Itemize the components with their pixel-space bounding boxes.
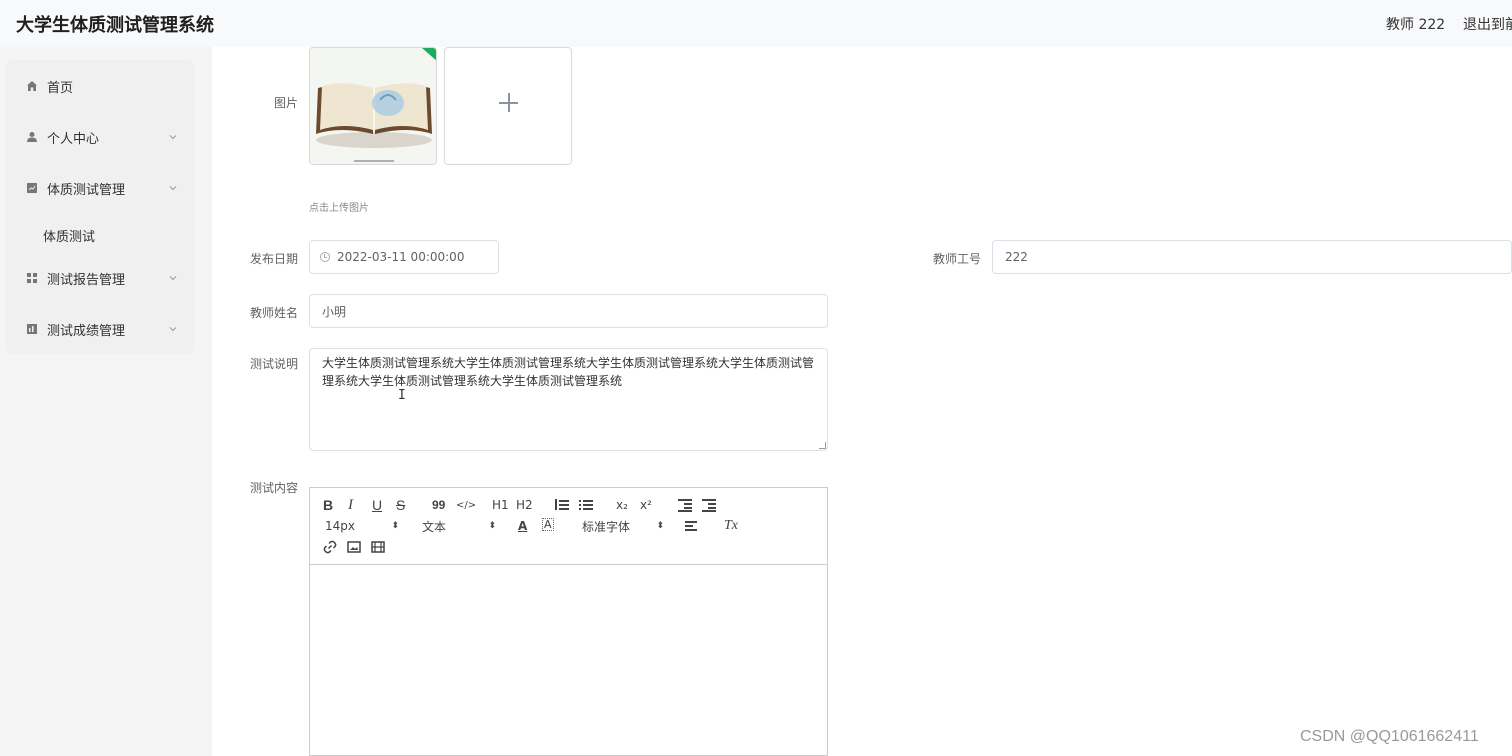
- italic-button[interactable]: I: [348, 497, 353, 513]
- teacher-name-input[interactable]: 小明: [309, 294, 828, 328]
- bullet-list-button[interactable]: [579, 497, 593, 513]
- heading-1-button[interactable]: H1: [492, 497, 509, 513]
- bar-chart-icon: [26, 323, 38, 335]
- chevron-down-icon: [169, 135, 177, 140]
- test-content-label: 测试内容: [250, 481, 299, 495]
- ordered-list-icon: [555, 499, 569, 511]
- sidebar-subitem-fitness-test[interactable]: 体质测试: [43, 226, 95, 245]
- publish-date-input[interactable]: 2022-03-11 00:00:00: [309, 240, 499, 274]
- sidebar-item-home[interactable]: 首页: [6, 66, 194, 106]
- ordered-list-button[interactable]: [555, 497, 569, 513]
- link-button[interactable]: [323, 539, 337, 555]
- home-icon: [26, 80, 38, 92]
- indent-button[interactable]: [702, 497, 716, 513]
- test-description-textarea[interactable]: 大学生体质测试管理系统大学生体质测试管理系统大学生体质测试管理系统大学生体质测试…: [309, 348, 828, 451]
- user-icon: [26, 131, 38, 143]
- rich-editor-content-area[interactable]: [309, 565, 828, 756]
- add-image-button[interactable]: [444, 47, 572, 165]
- align-button[interactable]: [685, 518, 699, 534]
- app-title: 大学生体质测试管理系统: [16, 15, 214, 36]
- top-header: 大学生体质测试管理系统 教师 222 退出到前台: [0, 0, 1512, 47]
- background-color-icon: A: [544, 518, 552, 531]
- sidebar-item-test-score-management[interactable]: 测试成绩管理: [6, 309, 194, 349]
- current-user-label: 教师 222: [1386, 17, 1446, 33]
- align-left-icon: [685, 520, 699, 532]
- link-icon: [323, 540, 337, 554]
- heading-select[interactable]: 文本 ⬍: [422, 518, 496, 534]
- bullet-list-icon: [579, 499, 593, 511]
- resize-handle[interactable]: [819, 442, 826, 449]
- blockquote-button[interactable]: 99: [432, 497, 445, 513]
- outdent-button[interactable]: [678, 497, 692, 513]
- chevron-down-icon: [169, 327, 177, 332]
- clear-format-button[interactable]: Tx: [724, 518, 738, 534]
- underline-button[interactable]: U: [372, 497, 382, 513]
- background-color-button[interactable]: A: [542, 518, 554, 531]
- publish-date-label: 发布日期: [250, 252, 299, 266]
- select-arrows-icon: ⬍: [656, 521, 664, 531]
- chart-icon: [26, 182, 38, 194]
- select-arrows-icon: ⬍: [488, 521, 496, 531]
- teacher-name-label: 教师姓名: [250, 306, 299, 320]
- image-label: 图片: [274, 96, 299, 110]
- rich-editor-toolbar: B I U S 99 </> H1 H2 x₂ x² 14px ⬍ 文本 ⬍ A A…: [309, 487, 828, 565]
- chevron-down-icon: [169, 186, 177, 191]
- outdent-icon: [678, 499, 692, 512]
- heading-2-button[interactable]: H2: [516, 497, 533, 513]
- select-arrows-icon: ⬍: [391, 521, 399, 531]
- uploaded-image-thumbnail[interactable]: [309, 47, 437, 165]
- clock-icon: [320, 252, 330, 262]
- code-block-button[interactable]: </>: [456, 497, 476, 513]
- sidebar-item-personal-center[interactable]: 个人中心: [6, 117, 194, 157]
- font-color-icon: A: [518, 519, 528, 533]
- video-icon: [371, 541, 385, 553]
- font-family-select[interactable]: 标准字体 ⬍: [582, 518, 664, 534]
- insert-image-button[interactable]: [347, 539, 361, 555]
- superscript-button[interactable]: x²: [640, 497, 652, 513]
- watermark: CSDN @QQ1061662411: [1300, 728, 1479, 745]
- insert-video-button[interactable]: [371, 539, 385, 555]
- bold-button[interactable]: B: [323, 497, 333, 513]
- logout-to-frontend-link[interactable]: 退出到前台: [1463, 14, 1512, 34]
- teacher-no-input[interactable]: 222: [992, 240, 1512, 274]
- book-image: [310, 48, 436, 164]
- font-color-button[interactable]: A: [518, 518, 527, 534]
- sidebar-menu: 首页 个人中心 体质测试管理 体质测试 测试报告管理 测试成绩管理: [6, 60, 194, 354]
- teacher-no-label: 教师工号: [933, 252, 982, 266]
- image-icon: [347, 541, 361, 553]
- indent-icon: [702, 499, 716, 512]
- upload-tip: 点击上传图片: [309, 203, 369, 214]
- test-description-label: 测试说明: [250, 357, 299, 371]
- sidebar-item-test-report-management[interactable]: 测试报告管理: [6, 258, 194, 298]
- subscript-button[interactable]: x₂: [616, 497, 628, 513]
- chevron-down-icon: [169, 276, 177, 281]
- font-size-select[interactable]: 14px ⬍: [325, 518, 399, 534]
- text-cursor-icon: I: [398, 388, 406, 403]
- strikethrough-button[interactable]: S: [396, 497, 405, 513]
- sidebar-item-fitness-test-management[interactable]: 体质测试管理: [6, 168, 194, 208]
- grid-icon: [26, 272, 38, 284]
